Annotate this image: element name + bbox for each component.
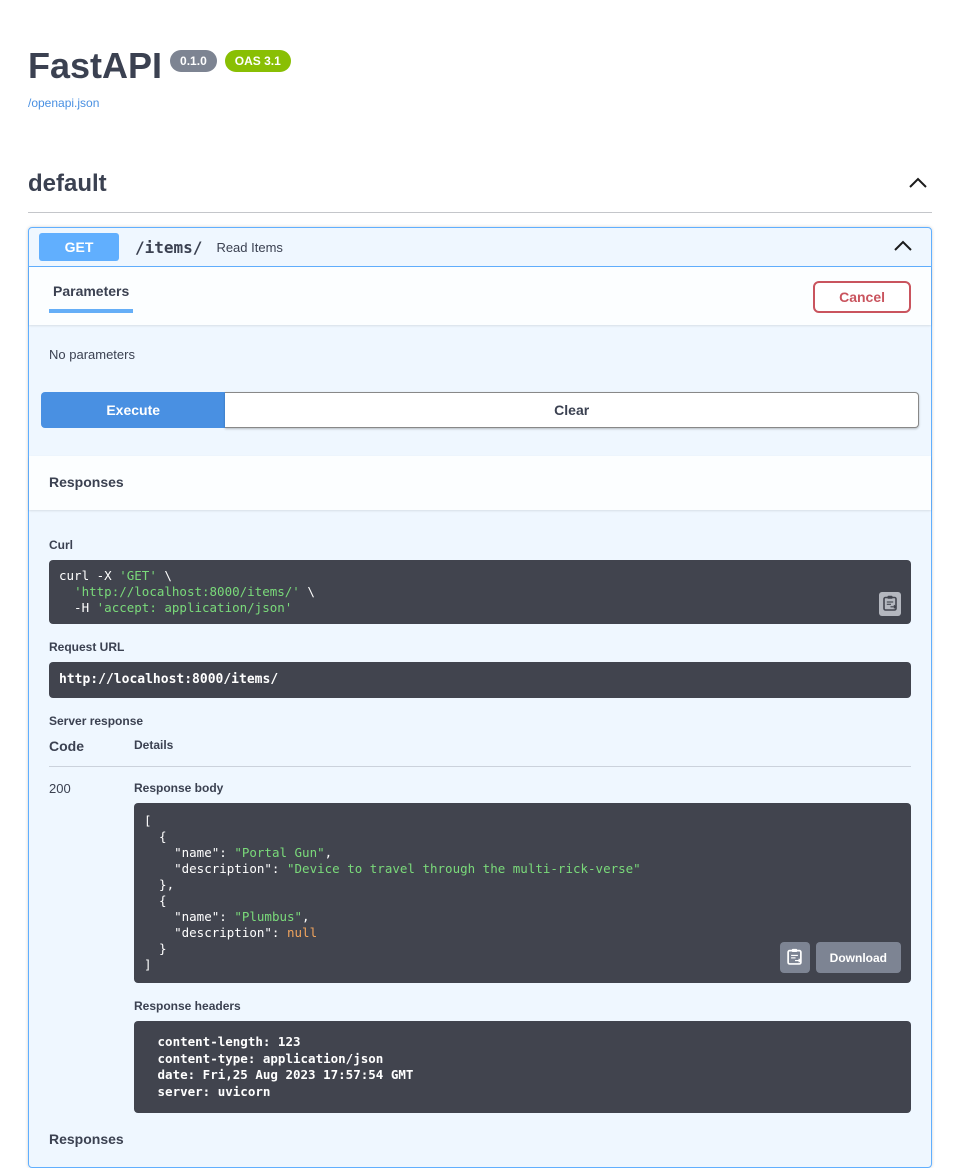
copy-curl-button[interactable]: [879, 592, 901, 616]
version-badge: 0.1.0: [170, 50, 217, 72]
tag-title: default: [28, 170, 107, 198]
execute-button[interactable]: Execute: [41, 392, 225, 428]
tag-collapse-button[interactable]: [904, 172, 932, 197]
code-column-header: Code: [49, 738, 134, 754]
tab-parameters[interactable]: Parameters: [49, 281, 133, 313]
responses-body: Curl curl -X 'GET' \ 'http://localhost:8…: [29, 510, 931, 1167]
request-url-block: http://localhost:8000/items/: [49, 662, 911, 698]
curl-label: Curl: [49, 538, 911, 552]
cancel-button[interactable]: Cancel: [813, 281, 911, 313]
page: FastAPI 0.1.0 OAS 3.1 /openapi.json defa…: [0, 0, 960, 1168]
execute-wrapper: Execute Clear: [41, 392, 919, 456]
response-body-block: [ { "name": "Portal Gun", "description":…: [134, 803, 911, 983]
curl-block: curl -X 'GET' \ 'http://localhost:8000/i…: [49, 560, 911, 624]
api-info: FastAPI 0.1.0 OAS 3.1 /openapi.json: [28, 0, 932, 112]
parameters-body: No parameters: [29, 325, 931, 392]
response-headers-label: Response headers: [134, 999, 911, 1013]
method-badge: GET: [39, 233, 119, 261]
opblock-collapse-button[interactable]: [889, 235, 917, 260]
request-url-value: http://localhost:8000/items/: [59, 672, 278, 687]
oas-badge: OAS 3.1: [225, 50, 291, 72]
request-url-label: Request URL: [49, 640, 911, 654]
clipboard-icon: [883, 595, 897, 614]
details-column-header: Details: [134, 738, 173, 754]
table-row: 200 Response body [ { "name": "Portal Gu…: [49, 767, 911, 1113]
openapi-spec-link[interactable]: /openapi.json: [28, 96, 99, 110]
api-title: FastAPI: [28, 48, 162, 84]
response-headers-block: content-length: 123 content-type: applic…: [134, 1021, 911, 1113]
parameters-header: Parameters Cancel: [29, 267, 931, 325]
download-button[interactable]: Download: [816, 942, 901, 973]
table-header-row: Code Details: [49, 738, 911, 767]
chevron-up-icon: [908, 176, 928, 193]
copy-response-button[interactable]: [780, 942, 810, 973]
status-code: 200: [49, 781, 134, 1113]
server-response-table: Code Details 200 Response body [ { "name…: [49, 738, 911, 1113]
clear-button[interactable]: Clear: [225, 392, 919, 428]
clipboard-icon: [787, 948, 802, 968]
responses-title: Responses: [49, 474, 124, 490]
response-body-label: Response body: [134, 781, 911, 795]
opblock-get-items: GET /items/ Read Items Parameters Cancel…: [28, 227, 932, 1168]
server-response-label: Server response: [49, 714, 911, 728]
operation-path: /items/: [135, 238, 202, 257]
operation-summary: Read Items: [216, 240, 282, 255]
chevron-up-icon: [893, 239, 913, 256]
tag-section-header[interactable]: default: [28, 170, 932, 213]
responses-header: Responses: [29, 456, 931, 510]
documented-responses-title: Responses: [49, 1131, 911, 1147]
no-parameters-message: No parameters: [49, 347, 911, 362]
opblock-summary[interactable]: GET /items/ Read Items: [29, 228, 931, 267]
curl-code: curl -X 'GET' \ 'http://localhost:8000/i…: [59, 568, 901, 616]
